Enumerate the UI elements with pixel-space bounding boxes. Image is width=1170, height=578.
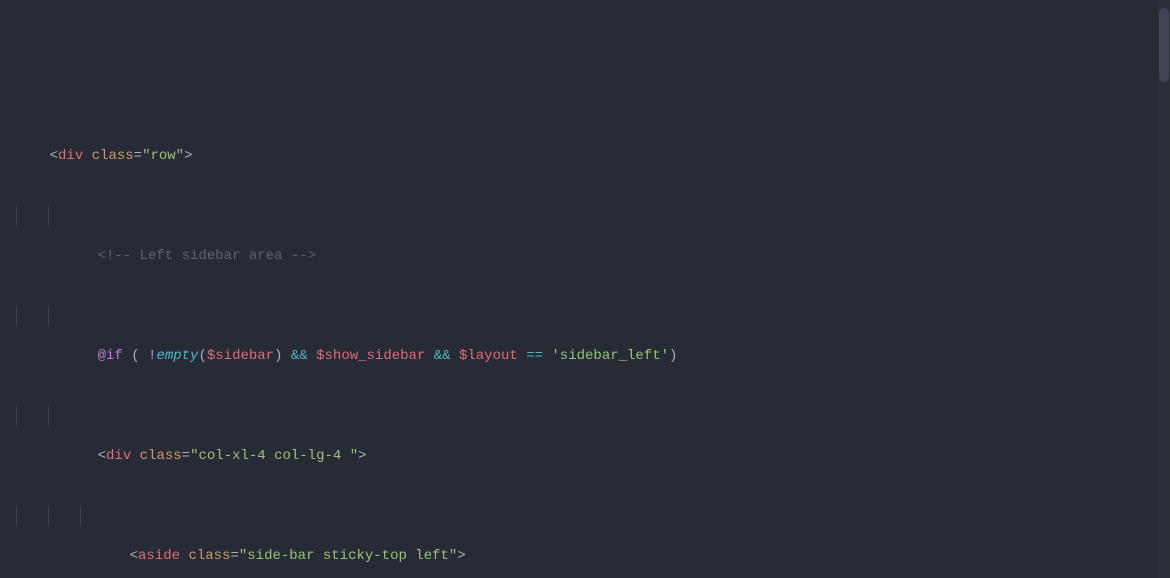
code-line[interactable]: <div class="col-xl-4 col-lg-4 "> bbox=[16, 406, 1170, 426]
variable: $show_sidebar bbox=[316, 348, 425, 364]
string: "col-xl-4 col-lg-4 " bbox=[190, 448, 358, 464]
code-line[interactable]: @if ( !empty($sidebar) && $show_sidebar … bbox=[16, 306, 1170, 326]
string: "side-bar sticky-top left" bbox=[239, 548, 457, 564]
scrollbar-thumb[interactable] bbox=[1159, 8, 1169, 82]
code-line[interactable]: <!-- Left sidebar area --> bbox=[16, 206, 1170, 226]
tag-name: div bbox=[58, 148, 83, 164]
code-line[interactable]: <aside class="side-bar sticky-top left"> bbox=[16, 506, 1170, 526]
string: "row" bbox=[142, 148, 184, 164]
code-line[interactable]: <div class="row"> bbox=[16, 106, 1170, 126]
vertical-scrollbar[interactable] bbox=[1158, 0, 1170, 578]
attr-name: class bbox=[92, 148, 134, 164]
code-editor[interactable]: <div class="row"> <!-- Left sidebar area… bbox=[0, 0, 1170, 578]
directive: @if bbox=[98, 348, 123, 364]
variable: $layout bbox=[459, 348, 518, 364]
bracket: < bbox=[50, 148, 58, 164]
string: 'sidebar_left' bbox=[551, 348, 669, 364]
comment: <!-- Left sidebar area --> bbox=[98, 248, 316, 264]
function: empty bbox=[156, 348, 198, 364]
variable: $sidebar bbox=[207, 348, 274, 364]
